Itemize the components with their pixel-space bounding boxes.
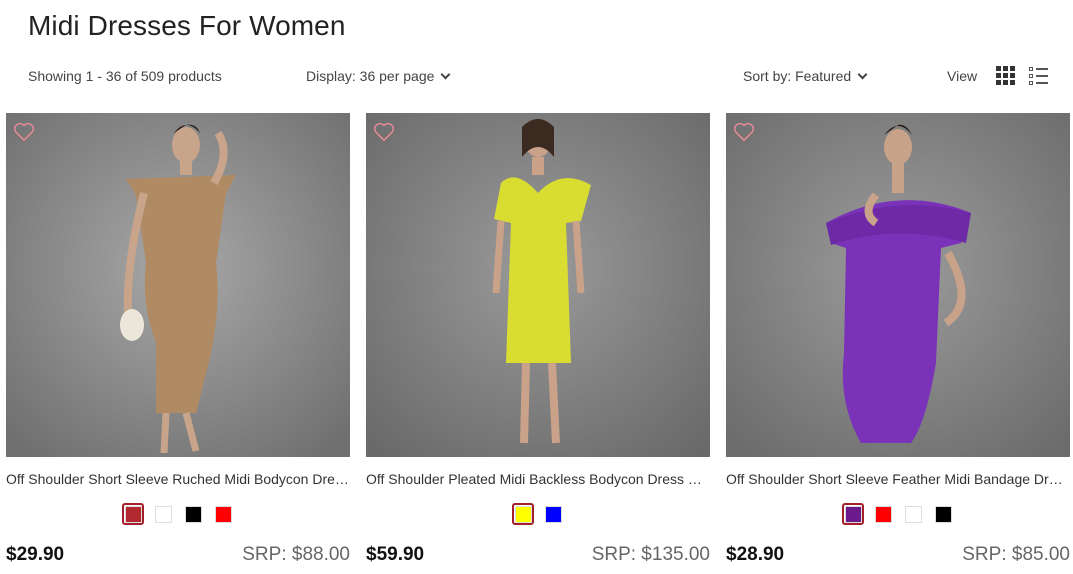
swatch-chip — [544, 505, 562, 523]
color-swatch[interactable] — [212, 503, 234, 525]
color-swatch[interactable] — [842, 503, 864, 525]
swatch-chip — [934, 505, 952, 523]
grid-view-icon[interactable] — [996, 66, 1016, 86]
chevron-down-icon — [857, 69, 868, 79]
product-card: Off Shoulder Short Sleeve Ruched Midi Bo… — [6, 113, 350, 565]
product-srp: SRP: $135.00 — [591, 544, 710, 565]
product-image[interactable] — [6, 113, 350, 457]
model-photo — [366, 113, 710, 457]
wishlist-heart-icon[interactable] — [13, 122, 35, 142]
product-title[interactable]: Off Shoulder Pleated Midi Backless Bodyc… — [366, 471, 710, 487]
color-swatch[interactable] — [152, 503, 174, 525]
product-price: $28.90 — [726, 544, 785, 565]
color-swatch[interactable] — [512, 503, 534, 525]
swatch-chip — [514, 505, 532, 523]
chevron-down-icon — [440, 69, 451, 79]
product-srp: SRP: $85.00 — [962, 544, 1070, 565]
color-swatch[interactable] — [122, 503, 144, 525]
color-swatch[interactable] — [932, 503, 954, 525]
swatch-chip — [904, 505, 922, 523]
product-card: Off Shoulder Short Sleeve Feather Midi B… — [726, 113, 1070, 565]
product-card: Off Shoulder Pleated Midi Backless Bodyc… — [366, 113, 710, 565]
view-label: View — [947, 68, 978, 84]
listing-toolbar: Showing 1 - 36 of 509 products Display: … — [0, 62, 1073, 92]
page-title: Midi Dresses For Women — [28, 10, 346, 41]
per-page-dropdown[interactable]: Display: 36 per page — [306, 68, 451, 84]
product-srp: SRP: $88.00 — [242, 544, 350, 565]
list-view-icon[interactable] — [1029, 67, 1049, 85]
color-swatch[interactable] — [902, 503, 924, 525]
wishlist-heart-icon[interactable] — [733, 122, 755, 142]
swatch-chip — [214, 505, 232, 523]
per-page-label: Display: 36 per page — [306, 68, 435, 84]
color-swatches — [6, 503, 350, 525]
sort-dropdown[interactable]: Sort by: Featured — [743, 68, 868, 84]
product-price: $29.90 — [6, 544, 65, 565]
swatch-chip — [124, 505, 142, 523]
swatch-chip — [844, 505, 862, 523]
color-swatch[interactable] — [872, 503, 894, 525]
color-swatch[interactable] — [542, 503, 564, 525]
model-photo — [6, 113, 350, 457]
swatch-chip — [154, 505, 172, 523]
product-image[interactable] — [726, 113, 1070, 457]
color-swatches — [366, 503, 710, 525]
wishlist-heart-icon[interactable] — [373, 122, 395, 142]
color-swatch[interactable] — [182, 503, 204, 525]
product-price: $59.90 — [366, 544, 425, 565]
swatch-chip — [184, 505, 202, 523]
color-swatches — [726, 503, 1070, 525]
product-count: Showing 1 - 36 of 509 products — [28, 68, 222, 84]
product-title[interactable]: Off Shoulder Short Sleeve Ruched Midi Bo… — [6, 471, 350, 487]
swatch-chip — [874, 505, 892, 523]
product-title[interactable]: Off Shoulder Short Sleeve Feather Midi B… — [726, 471, 1070, 487]
model-photo — [726, 113, 1070, 457]
sort-label: Sort by: Featured — [743, 68, 852, 84]
product-image[interactable] — [366, 113, 710, 457]
